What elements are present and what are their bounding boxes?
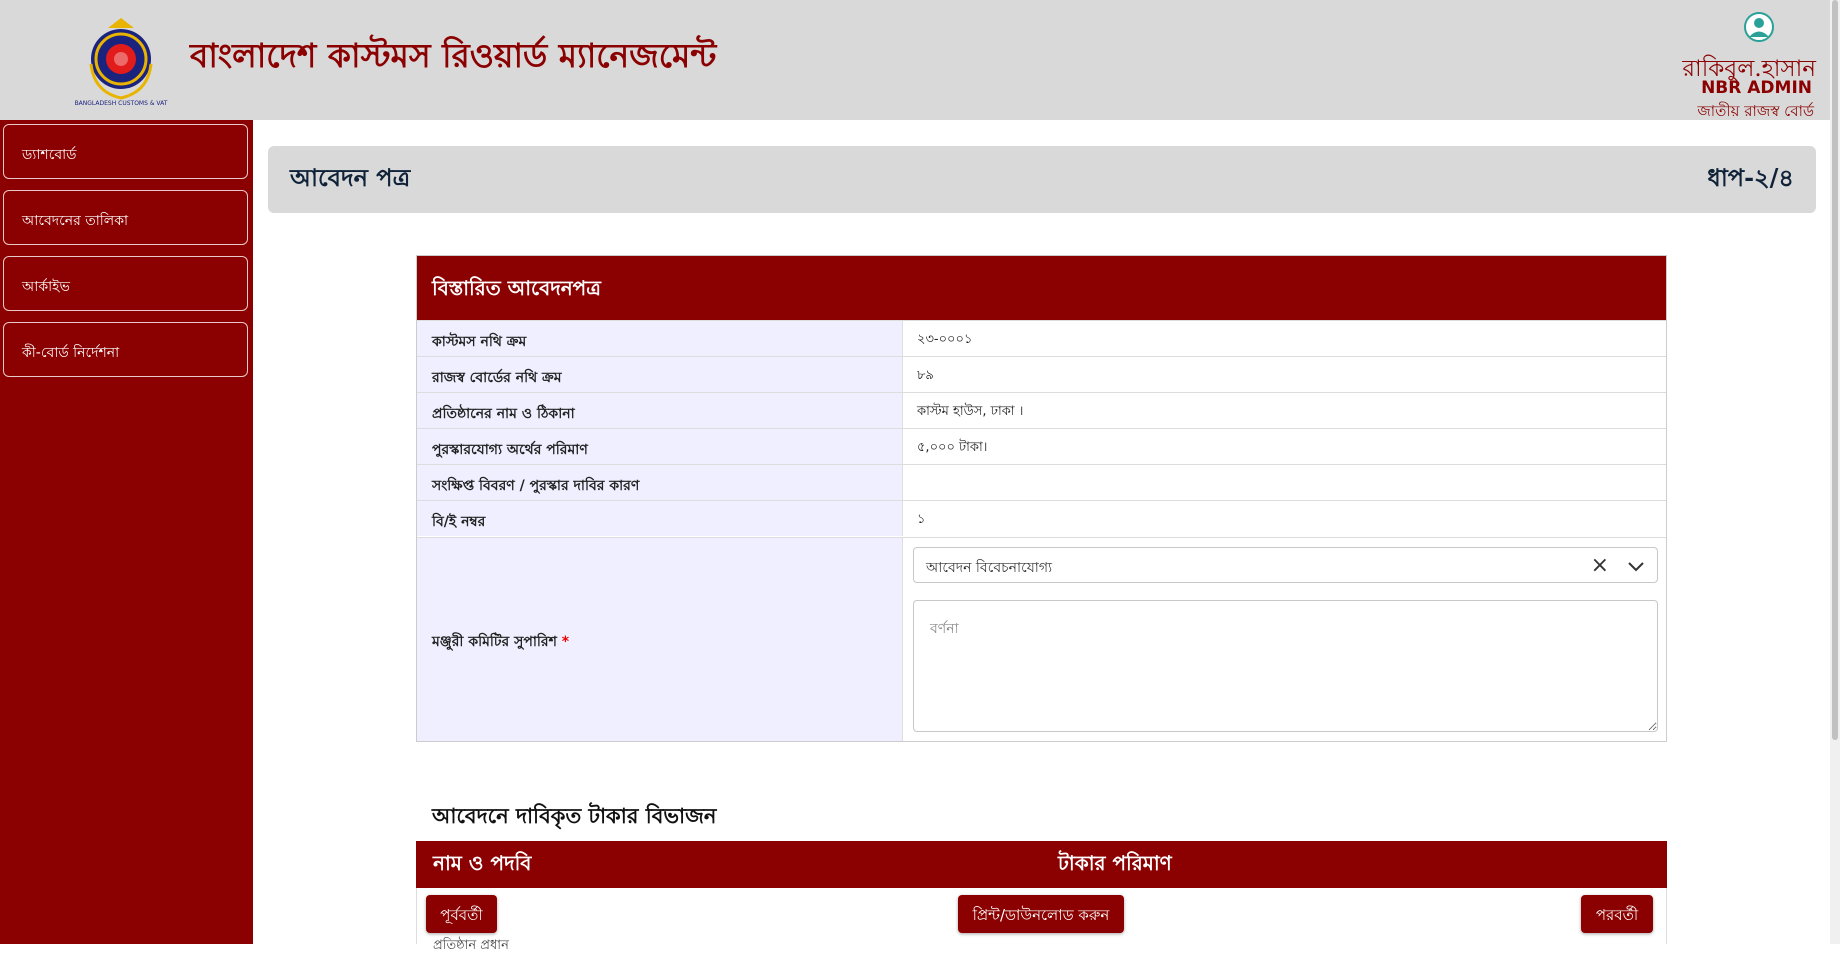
- row-label: পুরস্কারযোগ্য অর্থের পরিমাণ: [417, 429, 903, 464]
- breakdown-title: আবেদনে দাবিকৃত টাকার বিভাজন: [432, 803, 717, 828]
- table-row: কাস্টমস নথি ক্রম ২৩-০০০১: [417, 320, 1666, 356]
- sidebar-item-archive[interactable]: আর্কাইভ: [3, 256, 248, 311]
- column-header-name: নাম ও পদবি: [433, 851, 532, 875]
- sidebar-item-label: আবেদনের তালিকা: [22, 213, 129, 229]
- table-row: পুরস্কারযোগ্য অর্থের পরিমাণ ৫,০০০ টাকা।: [417, 428, 1666, 464]
- row-value: ৮৯: [917, 368, 934, 383]
- page-heading-bar: আবেদন পত্র ধাপ-২/৪: [268, 146, 1816, 213]
- row-value: ৫,০০০ টাকা।: [917, 440, 988, 455]
- user-role: NBR ADMIN: [1701, 78, 1812, 98]
- next-button[interactable]: পরবর্তী: [1581, 895, 1653, 933]
- clear-icon[interactable]: ×: [1591, 553, 1609, 578]
- user-avatar-icon[interactable]: [1744, 12, 1774, 42]
- breakdown-table-header: নাম ও পদবি টাকার পরিমাণ: [416, 841, 1667, 888]
- card-title: বিস্তারিত আবেদনপত্র: [417, 256, 1666, 320]
- row-label: প্রতিষ্ঠানের নাম ও ঠিকানা: [417, 393, 903, 428]
- sidebar-item-label: ড্যাশবোর্ড: [22, 147, 77, 163]
- row-value: ২৩-০০০১: [917, 332, 973, 347]
- recommendation-selected-value: আবেদন বিবেচনাযোগ্য: [926, 560, 1053, 576]
- sidebar-item-label: আর্কাইভ: [22, 279, 70, 295]
- chevron-down-icon[interactable]: [1627, 558, 1645, 576]
- table-row: রাজস্ব বোর্ডের নথি ক্রম ৮৯: [417, 356, 1666, 392]
- app-header: BANGLADESH CUSTOMS & VAT বাংলাদেশ কাস্টম…: [0, 0, 1840, 120]
- logo-text: BANGLADESH CUSTOMS & VAT: [75, 100, 168, 107]
- sidebar-item-dashboard[interactable]: ড্যাশবোর্ড: [3, 124, 248, 179]
- recommendation-select[interactable]: আবেদন বিবেচনাযোগ্য ×: [913, 547, 1658, 583]
- row-label: রাজস্ব বোর্ডের নথি ক্রম: [417, 357, 903, 392]
- application-details-card: বিস্তারিত আবেদনপত্র কাস্টমস নথি ক্রম ২৩-…: [416, 255, 1667, 742]
- sidebar-item-application-list[interactable]: আবেদনের তালিকা: [3, 190, 248, 245]
- app-title: বাংলাদেশ কাস্টমস রিওয়ার্ড ম্যানেজমেন্ট: [190, 36, 717, 75]
- row-name: প্রতিষ্ঠান প্রধান: [433, 938, 509, 953]
- column-header-amount: টাকার পরিমাণ: [1058, 851, 1172, 875]
- row-label: সংক্ষিপ্ত বিবরণ / পুরস্কার দাবির কারণ: [417, 465, 903, 500]
- recommendation-row: মঞ্জুরী কমিটির সুপারিশ * আবেদন বিবেচনাযো…: [417, 537, 1666, 741]
- required-mark: *: [561, 634, 570, 650]
- row-label: কাস্টমস নথি ক্রম: [417, 321, 903, 356]
- user-org: জাতীয় রাজস্ব বোর্ড: [1697, 102, 1814, 120]
- table-row: প্রতিষ্ঠানের নাম ও ঠিকানা কাস্টম হাউস, ঢ…: [417, 392, 1666, 428]
- recommendation-label-text: মঞ্জুরী কমিটির সুপারিশ: [432, 634, 557, 650]
- print-download-button[interactable]: প্রিন্ট/ডাউনলোড করুন: [958, 895, 1124, 933]
- scrollbar-thumb[interactable]: [1832, 0, 1838, 740]
- sidebar-item-label: কী-বোর্ড নির্দেশনা: [22, 345, 120, 361]
- page-scrollbar[interactable]: [1830, 0, 1840, 944]
- table-row: বি/ই নম্বর ১: [417, 500, 1666, 536]
- previous-button[interactable]: পূর্ববর্তী: [426, 895, 497, 933]
- row-value: কাস্টম হাউস, ঢাকা ।: [917, 404, 1024, 419]
- row-label: বি/ই নম্বর: [417, 501, 903, 536]
- recommendation-label: মঞ্জুরী কমিটির সুপারিশ *: [417, 538, 903, 741]
- customs-logo[interactable]: BANGLADESH CUSTOMS & VAT: [74, 14, 168, 108]
- recommendation-description-field[interactable]: [913, 600, 1658, 732]
- step-indicator: ধাপ-২/৪: [1707, 163, 1794, 192]
- sidebar-item-keyboard-guide[interactable]: কী-বোর্ড নির্দেশনা: [3, 322, 248, 377]
- row-value: ১: [917, 512, 926, 527]
- page-title: আবেদন পত্র: [290, 163, 411, 192]
- table-row: সংক্ষিপ্ত বিবরণ / পুরস্কার দাবির কারণ: [417, 464, 1666, 500]
- sidebar: ড্যাশবোর্ড আবেদনের তালিকা আর্কাইভ কী-বোর…: [0, 120, 253, 944]
